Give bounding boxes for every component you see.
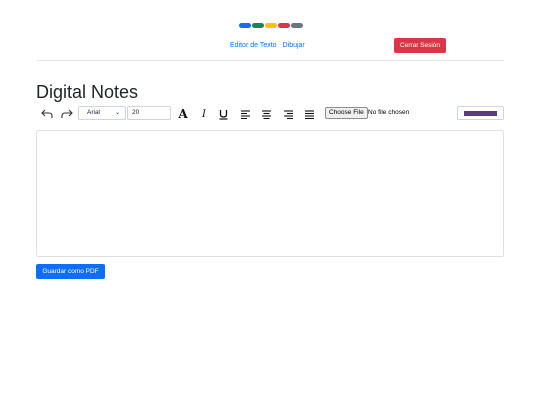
file-status-text: No file chosen — [368, 109, 410, 116]
font-size-value: 20 — [132, 109, 140, 116]
font-family-select[interactable]: Arial ⌄ — [78, 106, 126, 120]
text-editor-area[interactable] — [36, 130, 504, 257]
top-pill-bar — [239, 23, 303, 28]
pill-gray — [291, 23, 303, 28]
bold-icon[interactable]: A — [176, 106, 190, 121]
chevron-down-icon: ⌄ — [114, 110, 120, 116]
main-nav: Editor de Texto Dibujar — [230, 42, 305, 49]
choose-file-button[interactable]: Choose File — [325, 107, 368, 119]
pill-blue — [239, 23, 251, 28]
page-title: Digital Notes — [36, 82, 139, 102]
header-divider — [36, 60, 504, 61]
nav-link-editor[interactable]: Editor de Texto — [230, 42, 277, 49]
pill-green — [252, 23, 264, 28]
align-right-icon[interactable] — [282, 108, 294, 120]
underline-icon[interactable] — [217, 107, 229, 121]
font-family-value: Arial — [87, 109, 101, 116]
align-justify-icon[interactable] — [303, 108, 315, 120]
pill-red — [278, 23, 290, 28]
text-color-swatch — [464, 111, 497, 116]
text-color-picker[interactable] — [457, 106, 504, 120]
logout-button[interactable]: Cerrar Sesión — [394, 38, 446, 53]
align-left-icon[interactable] — [239, 108, 251, 120]
pill-yellow — [265, 23, 277, 28]
editor-toolbar: Arial ⌄ 20 A I Choose File No file chose… — [36, 105, 504, 123]
redo-icon[interactable] — [60, 108, 74, 120]
save-pdf-button[interactable]: Guardar como PDF — [36, 264, 105, 279]
font-size-input[interactable]: 20 — [127, 106, 171, 120]
nav-link-draw[interactable]: Dibujar — [283, 42, 305, 49]
undo-icon[interactable] — [40, 108, 54, 120]
italic-icon[interactable]: I — [198, 107, 210, 121]
align-center-icon[interactable] — [260, 108, 272, 120]
